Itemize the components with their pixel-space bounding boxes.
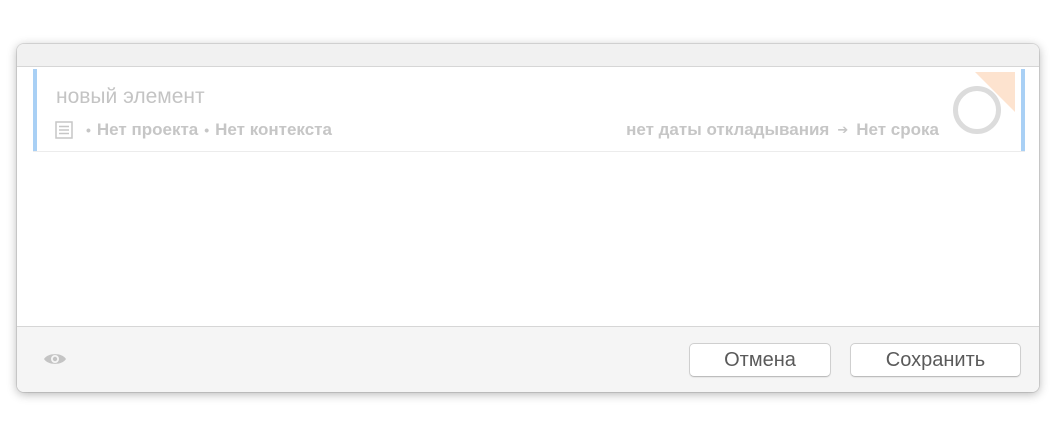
project-field[interactable]: Нет проекта	[97, 120, 198, 140]
cancel-button[interactable]: Отмена	[689, 343, 831, 377]
save-button[interactable]: Сохранить	[850, 343, 1021, 377]
inspector-window: новый элемент • Нет проекта • Нет контек…	[17, 44, 1039, 392]
context-field[interactable]: Нет контекста	[215, 120, 332, 140]
footer-bar: Отмена Сохранить	[17, 326, 1039, 392]
meta-separator: •	[86, 122, 91, 138]
note-icon[interactable]	[55, 121, 73, 139]
selection-bar-left	[33, 69, 37, 151]
defer-date-field[interactable]: нет даты откладывания	[626, 120, 829, 140]
item-meta-left: • Нет проекта • Нет контекста	[55, 120, 332, 140]
eye-icon[interactable]	[43, 351, 67, 367]
list-item[interactable]: новый элемент • Нет проекта • Нет контек…	[33, 69, 1025, 152]
due-date-field[interactable]: Нет срока	[856, 120, 939, 140]
window-titlebar[interactable]	[17, 44, 1039, 67]
meta-separator: •	[204, 122, 210, 138]
item-meta-right: нет даты откладывания ➔ Нет срока	[626, 120, 939, 140]
arrow-icon: ➔	[837, 122, 849, 137]
item-title-field[interactable]: новый элемент	[56, 85, 205, 109]
item-list: новый элемент • Нет проекта • Нет контек…	[17, 67, 1039, 326]
status-circle-icon[interactable]	[953, 86, 1001, 134]
selection-bar-right	[1021, 69, 1025, 151]
